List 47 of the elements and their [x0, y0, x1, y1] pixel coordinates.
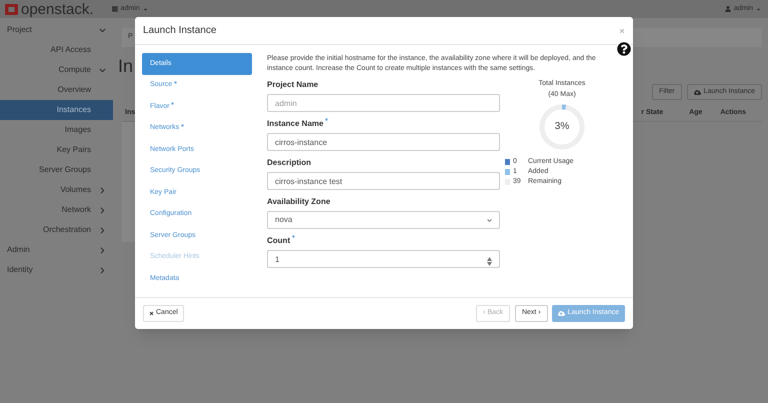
- chevron-right-icon: [99, 266, 106, 274]
- chevron-right-icon: [99, 246, 106, 254]
- field-label: Project Name: [267, 79, 318, 91]
- cloud-upload-icon: [694, 88, 701, 96]
- sidebar-item[interactable]: Key Pairs: [0, 140, 113, 160]
- sidebar-item[interactable]: Identity: [0, 260, 113, 280]
- spinner-icon: [487, 257, 492, 266]
- field-label: Instance Name: [267, 118, 324, 130]
- sidebar-item[interactable]: Project: [0, 20, 113, 40]
- sidebar-item[interactable]: Instances: [0, 100, 113, 120]
- number-field[interactable]: 1: [267, 250, 500, 268]
- page-title: In: [118, 55, 134, 78]
- cloud-upload-icon: [558, 310, 565, 317]
- sidebar-item[interactable]: Orchestration: [0, 220, 113, 240]
- field-label: Description: [267, 157, 312, 169]
- sidebar-item[interactable]: API Access: [0, 40, 113, 60]
- close-icon: [149, 311, 154, 316]
- select-field[interactable]: nova: [267, 211, 500, 229]
- help-icon[interactable]: [617, 42, 631, 56]
- sidebar-item[interactable]: Compute: [0, 60, 113, 80]
- server-icon: [112, 6, 118, 12]
- chevron-down-icon: [99, 66, 106, 74]
- text-field[interactable]: admin: [267, 94, 500, 112]
- sidebar-item[interactable]: Network: [0, 200, 113, 220]
- chevron-down-icon: [99, 26, 106, 34]
- field-label: Availability Zone: [267, 196, 330, 208]
- text-field[interactable]: cirros-instance: [267, 133, 500, 151]
- caret-icon: [142, 6, 148, 12]
- sidebar-item[interactable]: Images: [0, 120, 113, 140]
- sidebar-item[interactable]: Overview: [0, 80, 113, 100]
- logo-text: openstack.: [21, 2, 94, 16]
- chevron-right-icon: [99, 226, 106, 234]
- chevron-right-icon: [99, 186, 106, 194]
- quota-percent: 3%: [554, 121, 570, 133]
- logo-icon: [5, 4, 18, 14]
- user-icon: [724, 6, 731, 12]
- text-field[interactable]: cirros-instance test: [267, 172, 500, 190]
- sidebar-item[interactable]: Server Groups: [0, 160, 113, 180]
- donut-chart: [539, 104, 585, 150]
- dialog-title: Launch Instance: [143, 24, 216, 38]
- sidebar-item[interactable]: Admin: [0, 240, 113, 260]
- chevron-down-icon: [487, 218, 492, 222]
- select-value: nova: [275, 214, 292, 226]
- sidebar-item[interactable]: Volumes: [0, 180, 113, 200]
- chevron-right-icon: [99, 206, 106, 214]
- field-label: Count: [267, 235, 290, 247]
- caret-icon: [756, 6, 761, 12]
